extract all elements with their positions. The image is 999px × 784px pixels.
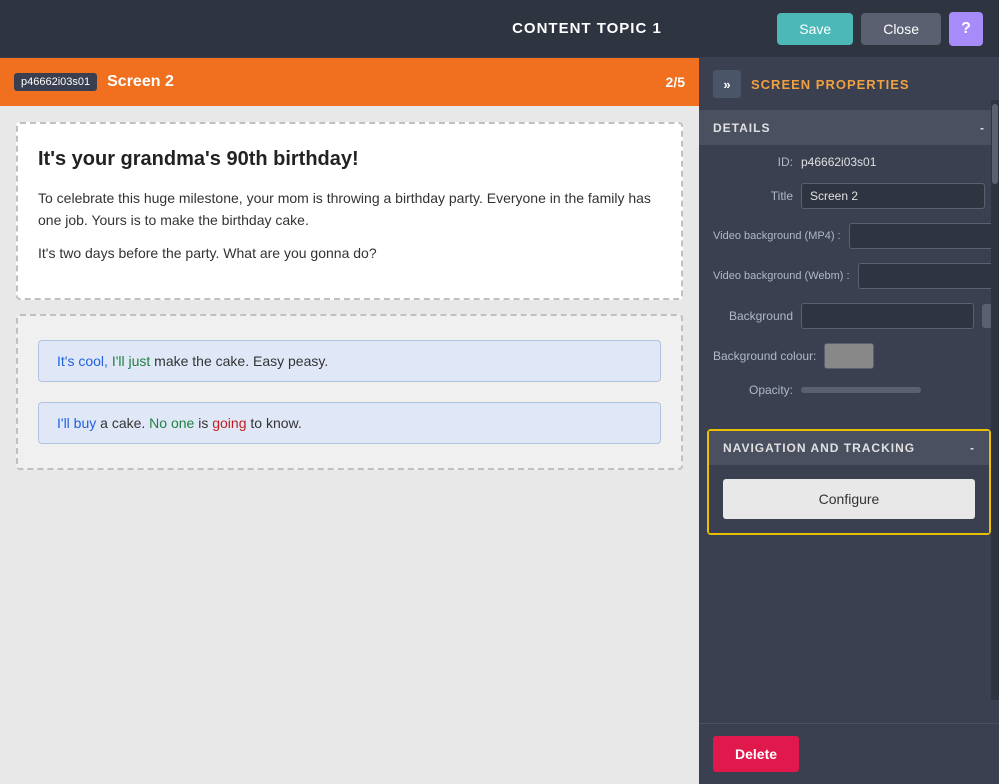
content-area: It's your grandma's 90th birthday! To ce…: [0, 106, 699, 784]
background-label: Background: [713, 309, 793, 323]
background-field-row: Background … ✂: [713, 303, 985, 329]
bg-colour-field-row: Background colour:: [713, 343, 985, 369]
id-field-row: ID: p46662i03s01: [713, 155, 985, 169]
collapse-panel-button[interactable]: »: [713, 70, 741, 98]
video-mp4-input[interactable]: [849, 223, 999, 249]
details-section: DETAILS - ID: p46662i03s01 Title: [699, 111, 999, 421]
panel-title: SCREEN PROPERTIES: [751, 77, 910, 92]
save-button[interactable]: Save: [777, 13, 853, 45]
bg-colour-picker[interactable]: [824, 343, 874, 369]
card-heading: It's your grandma's 90th birthday!: [38, 148, 661, 171]
opacity-label: Opacity:: [713, 383, 793, 397]
choice-option-2[interactable]: I'll buy a cake. No one is going to know…: [38, 402, 661, 444]
choice-option-1[interactable]: It's cool, I'll just make the cake. Easy…: [38, 340, 661, 382]
scrollbar-thumb: [992, 104, 998, 184]
details-section-header: DETAILS -: [699, 111, 999, 145]
video-mp4-label: Video background (MP4) :: [713, 230, 841, 242]
title-input[interactable]: [801, 183, 985, 209]
card-para1: To celebrate this huge milestone, your m…: [38, 187, 661, 232]
background-input[interactable]: [801, 303, 974, 329]
video-webm-label: Video background (Webm) :: [713, 270, 850, 282]
screen-id-badge: p46662i03s01: [14, 73, 97, 91]
id-label: ID:: [713, 155, 793, 169]
nav-tracking-header: NAVIGATION AND TRACKING -: [709, 431, 989, 465]
title-field-row: Title: [713, 183, 985, 209]
collapse-nav-icon[interactable]: -: [970, 441, 975, 455]
panel-header: » SCREEN PROPERTIES: [699, 58, 999, 111]
nav-tracking-section: NAVIGATION AND TRACKING - Configure: [707, 429, 991, 535]
title-field-label: Title: [713, 189, 793, 203]
id-value: p46662i03s01: [801, 155, 876, 169]
card-para2: It's two days before the party. What are…: [38, 242, 661, 264]
page-title: CONTENT TOPIC 1: [397, 20, 778, 37]
help-button[interactable]: ?: [949, 12, 983, 46]
video-webm-input[interactable]: [858, 263, 999, 289]
opacity-slider[interactable]: [801, 387, 921, 393]
screen-bar: p46662i03s01 Screen 2 2/5: [0, 58, 699, 106]
delete-section: Delete: [699, 723, 999, 784]
opacity-field-row: Opacity:: [713, 383, 985, 397]
right-panel: » SCREEN PROPERTIES DETAILS - ID: p46662…: [699, 58, 999, 784]
main-layout: p46662i03s01 Screen 2 2/5 It's your gran…: [0, 58, 999, 784]
header-actions: Save Close ?: [777, 12, 983, 46]
video-mp4-field-row: Video background (MP4) : …: [713, 223, 985, 249]
configure-button[interactable]: Configure: [723, 479, 975, 519]
bg-colour-label: Background colour:: [713, 349, 816, 363]
nav-tracking-wrapper: NAVIGATION AND TRACKING - Configure: [699, 421, 999, 543]
nav-tracking-label: NAVIGATION AND TRACKING: [723, 441, 915, 455]
text-card: It's your grandma's 90th birthday! To ce…: [16, 122, 683, 300]
details-label: DETAILS: [713, 121, 770, 135]
screen-counter: 2/5: [666, 74, 685, 90]
left-panel: p46662i03s01 Screen 2 2/5 It's your gran…: [0, 58, 699, 784]
app-header: CONTENT TOPIC 1 Save Close ?: [0, 0, 999, 58]
scrollbar[interactable]: [991, 100, 999, 700]
close-button[interactable]: Close: [861, 13, 941, 45]
screen-title: Screen 2: [107, 73, 655, 91]
choice-card: It's cool, I'll just make the cake. Easy…: [16, 314, 683, 470]
details-content: ID: p46662i03s01 Title Video background …: [699, 145, 999, 421]
right-panel-scroll: DETAILS - ID: p46662i03s01 Title: [699, 111, 999, 784]
nav-tracking-content: Configure: [709, 465, 989, 533]
video-webm-field-row: Video background (Webm) : …: [713, 263, 985, 289]
collapse-details-icon[interactable]: -: [980, 121, 985, 135]
delete-button[interactable]: Delete: [713, 736, 799, 772]
